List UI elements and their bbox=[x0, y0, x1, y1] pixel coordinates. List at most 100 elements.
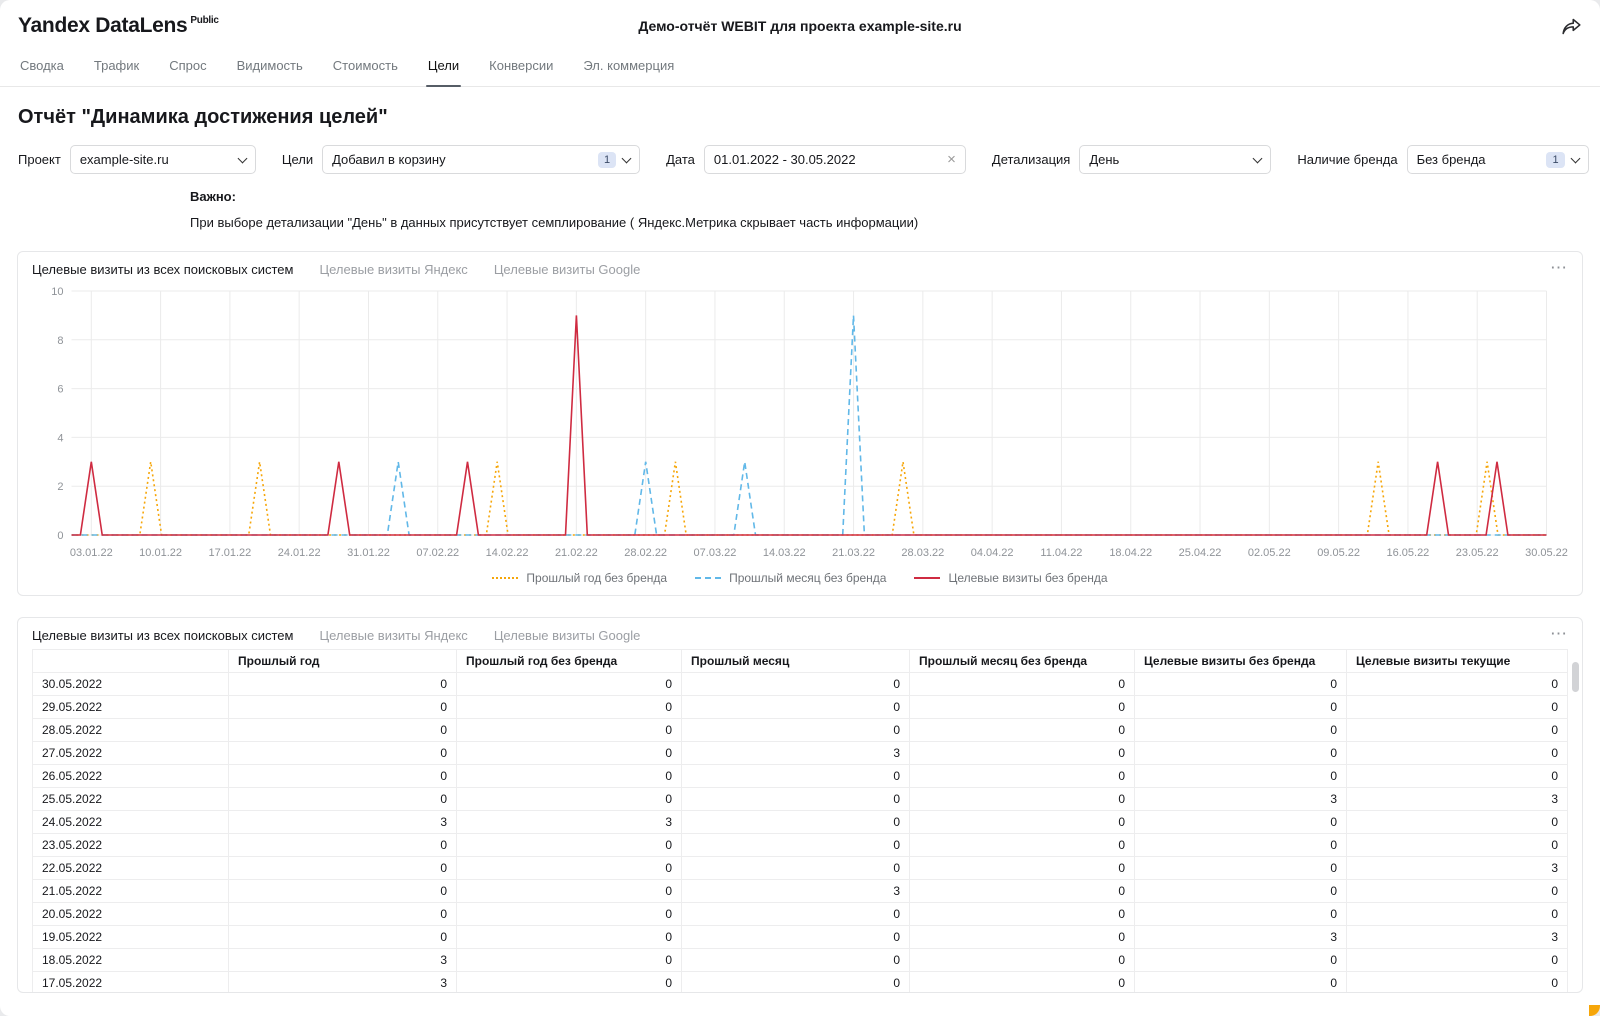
legend-item[interactable]: Прошлый год без бренда bbox=[492, 571, 667, 585]
card-tab[interactable]: Целевые визиты Яндекс bbox=[319, 262, 467, 277]
svg-text:14.03.22: 14.03.22 bbox=[763, 547, 806, 559]
chevron-down-icon bbox=[1570, 153, 1580, 163]
date-cell: 21.05.2022 bbox=[33, 880, 229, 903]
legend-item[interactable]: Целевые визиты без бренда bbox=[914, 571, 1107, 585]
value-cell: 0 bbox=[910, 926, 1135, 949]
value-cell: 0 bbox=[457, 880, 682, 903]
svg-text:10.01.22: 10.01.22 bbox=[139, 547, 182, 559]
table-row: 23.05.2022000000 bbox=[33, 834, 1568, 857]
value-cell: 3 bbox=[682, 880, 910, 903]
clear-icon[interactable]: × bbox=[947, 152, 956, 167]
main-tab[interactable]: Сводка bbox=[18, 48, 66, 86]
card-tab[interactable]: Целевые визиты Google bbox=[494, 262, 641, 277]
filter-select[interactable]: example-site.ru bbox=[70, 145, 256, 174]
value-cell: 0 bbox=[1347, 811, 1568, 834]
main-tab[interactable]: Видимость bbox=[235, 48, 305, 86]
value-cell: 0 bbox=[457, 673, 682, 696]
value-cell: 3 bbox=[1347, 857, 1568, 880]
value-cell: 0 bbox=[682, 926, 910, 949]
date-cell: 25.05.2022 bbox=[33, 788, 229, 811]
filter-select[interactable]: 01.01.2022 - 30.05.2022× bbox=[704, 145, 966, 174]
share-icon[interactable] bbox=[1561, 17, 1582, 36]
column-header[interactable]: Прошлый месяц bbox=[682, 650, 910, 673]
value-cell: 0 bbox=[910, 903, 1135, 926]
main-tab[interactable]: Спрос bbox=[167, 48, 208, 86]
main-tab[interactable]: Трафик bbox=[92, 48, 141, 86]
value-cell: 0 bbox=[1347, 719, 1568, 742]
column-header[interactable]: Целевые визиты текущие bbox=[1347, 650, 1568, 673]
filter-select[interactable]: День bbox=[1079, 145, 1271, 174]
filter-select[interactable]: Добавил в корзину 1 bbox=[322, 145, 640, 174]
filter-value: example-site.ru bbox=[80, 152, 232, 167]
table-scrollbar-thumb[interactable] bbox=[1572, 662, 1579, 692]
column-header[interactable] bbox=[33, 650, 229, 673]
filter-value: День bbox=[1089, 152, 1247, 167]
svg-text:24.01.22: 24.01.22 bbox=[278, 547, 321, 559]
date-cell: 17.05.2022 bbox=[33, 972, 229, 994]
svg-text:07.02.22: 07.02.22 bbox=[416, 547, 459, 559]
table-menu-button[interactable]: ⋯ bbox=[1550, 624, 1568, 644]
value-cell: 0 bbox=[457, 857, 682, 880]
date-cell: 28.05.2022 bbox=[33, 719, 229, 742]
value-cell: 0 bbox=[457, 788, 682, 811]
chart-menu-button[interactable]: ⋯ bbox=[1550, 258, 1568, 278]
value-cell: 0 bbox=[229, 926, 457, 949]
table-row: 21.05.2022003000 bbox=[33, 880, 1568, 903]
main-tab[interactable]: Цели bbox=[426, 48, 461, 86]
svg-text:0: 0 bbox=[57, 530, 63, 542]
value-cell: 0 bbox=[229, 765, 457, 788]
value-cell: 0 bbox=[229, 742, 457, 765]
table-header-row: Прошлый годПрошлый год без брендаПрошлый… bbox=[33, 650, 1568, 673]
value-cell: 0 bbox=[682, 949, 910, 972]
table-row: 17.05.2022300000 bbox=[33, 972, 1568, 994]
datalens-dashboard: Yandex DataLensPublic Демо-отчёт WEBIT д… bbox=[0, 0, 1600, 1016]
value-cell: 0 bbox=[1347, 880, 1568, 903]
column-header[interactable]: Прошлый год bbox=[229, 650, 457, 673]
value-cell: 0 bbox=[1135, 719, 1347, 742]
value-cell: 0 bbox=[1135, 696, 1347, 719]
column-header[interactable]: Прошлый год без бренда bbox=[457, 650, 682, 673]
value-cell: 0 bbox=[1135, 811, 1347, 834]
page-scroll-indicator[interactable] bbox=[1589, 1005, 1600, 1016]
filter-3: ДетализацияДень bbox=[992, 145, 1271, 174]
svg-text:8: 8 bbox=[57, 335, 63, 347]
legend-item[interactable]: Прошлый месяц без бренда bbox=[695, 571, 886, 585]
value-cell: 0 bbox=[682, 696, 910, 719]
filter-select[interactable]: Без бренда1 bbox=[1407, 145, 1589, 174]
value-cell: 0 bbox=[457, 972, 682, 994]
card-tab[interactable]: Целевые визиты Google bbox=[494, 628, 641, 643]
filter-label: Наличие бренда bbox=[1297, 152, 1397, 167]
chevron-down-icon bbox=[237, 153, 247, 163]
svg-text:07.03.22: 07.03.22 bbox=[694, 547, 737, 559]
chevron-down-icon bbox=[1253, 153, 1263, 163]
card-tab[interactable]: Целевые визиты из всех поисковых систем bbox=[32, 628, 293, 643]
value-cell: 0 bbox=[682, 857, 910, 880]
value-cell: 0 bbox=[682, 903, 910, 926]
value-cell: 0 bbox=[1347, 834, 1568, 857]
main-tabs: Сводка Трафик Спрос Видимость Стоимость Цели К… bbox=[0, 46, 1600, 87]
value-cell: 3 bbox=[1347, 926, 1568, 949]
value-cell: 0 bbox=[457, 696, 682, 719]
main-tab[interactable]: Конверсии bbox=[487, 48, 555, 86]
value-cell: 0 bbox=[1135, 857, 1347, 880]
value-cell: 0 bbox=[457, 834, 682, 857]
datalens-logo[interactable]: Yandex DataLensPublic bbox=[18, 14, 219, 38]
main-tab[interactable]: Эл. коммерция bbox=[581, 48, 676, 86]
value-cell: 0 bbox=[1347, 972, 1568, 994]
date-cell: 26.05.2022 bbox=[33, 765, 229, 788]
goals-table: Прошлый годПрошлый год без брендаПрошлый… bbox=[32, 649, 1568, 993]
filter-value: Добавил в корзину bbox=[332, 152, 591, 167]
legend-line-sample bbox=[492, 577, 518, 579]
value-cell: 0 bbox=[229, 834, 457, 857]
table-row: 19.05.2022000033 bbox=[33, 926, 1568, 949]
column-header[interactable]: Целевые визиты без бренда bbox=[1135, 650, 1347, 673]
main-tab[interactable]: Стоимость bbox=[331, 48, 400, 86]
sampling-note: Важно: При выборе детализации "День" в д… bbox=[190, 189, 1600, 230]
selected-count-badge: 1 bbox=[598, 152, 616, 168]
value-cell: 0 bbox=[1135, 949, 1347, 972]
column-header[interactable]: Прошлый месяц без бренда bbox=[910, 650, 1135, 673]
card-tab[interactable]: Целевые визиты Яндекс bbox=[319, 628, 467, 643]
filter-label: Цели bbox=[282, 152, 313, 167]
chart-card-tabs: Целевые визиты из всех поисковых систем Ц… bbox=[32, 262, 1568, 277]
card-tab[interactable]: Целевые визиты из всех поисковых систем bbox=[32, 262, 293, 277]
